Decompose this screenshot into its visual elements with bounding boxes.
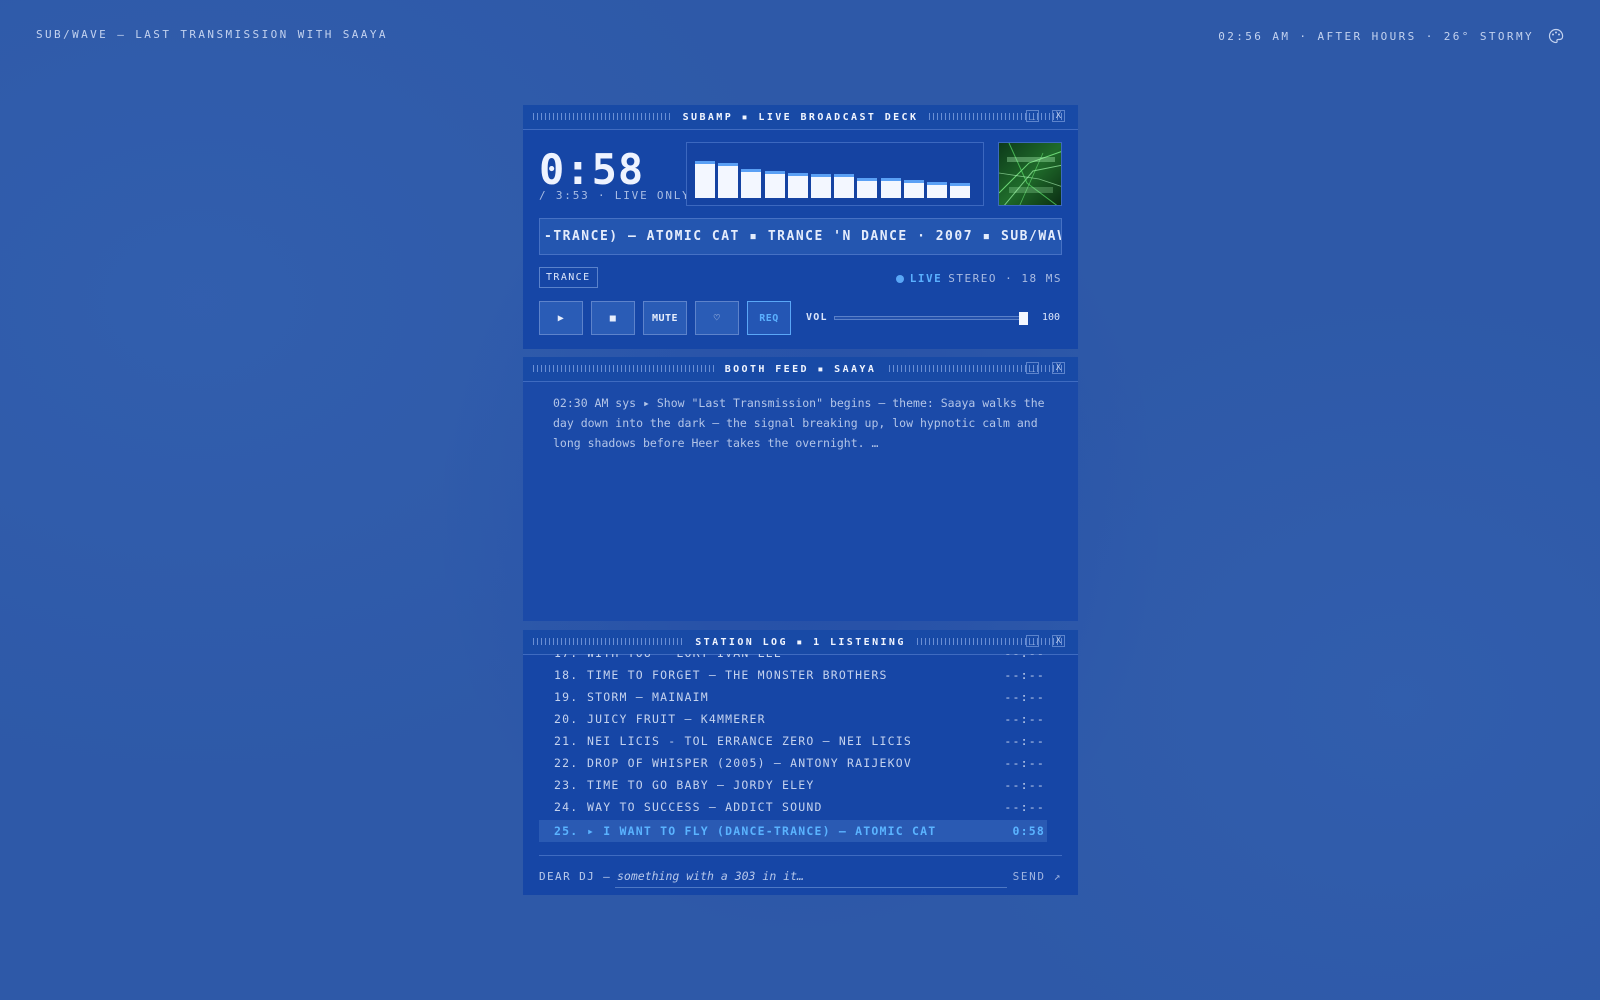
track-num: 24. [554,800,579,814]
clock-weather-text: 02:56 AM · AFTER HOURS · 26° STORMY [1218,29,1534,43]
volume-label: VOL [806,312,828,323]
track-dur: --:-- [1004,756,1045,770]
track-num: 25. [554,824,579,838]
track-num: 20. [554,712,579,726]
live-label: LIVE [909,272,943,285]
playlist-row[interactable]: 20. JUICY FRUIT — K4MMERER --:-- [539,708,1047,730]
playlist-row-current[interactable]: 25. ▸ I WANT TO FLY (DANCE-TRANCE) — ATOM… [539,820,1047,842]
visualizer-bar [718,163,739,198]
visualizer-bar [811,174,831,198]
palette-icon[interactable] [1548,28,1564,44]
track-dur: --:-- [1004,668,1045,682]
visualizer-bar [764,171,785,198]
playlist-row[interactable]: 19. STORM — MAINAIM --:-- [539,686,1047,708]
track-name: NEI LICIS - TOL ERRANCE ZERO — NEI LICIS [587,734,912,748]
send-button[interactable]: SEND ↗ [1013,870,1062,883]
track-num: 19. [554,690,579,704]
close-button[interactable]: X [1052,635,1065,647]
station-title: SUB/WAVE — LAST TRANSMISSION WITH SAAYA [36,28,388,41]
track-name: DROP OF WHISPER (2005) — ANTONY RAIJEKOV [587,756,912,770]
stop-button[interactable]: ■ [591,301,635,335]
playlist-row[interactable]: 22. DROP OF WHISPER (2005) — ANTONY RAIJE… [539,752,1047,774]
genre-tag: TRANCE [539,267,598,288]
volume-slider[interactable] [834,312,1028,325]
minimize-button[interactable]: _ [1026,110,1039,122]
track-name: WAY TO SUCCESS — ADDICT SOUND [587,800,823,814]
playlist-row[interactable]: 23. TIME TO GO BABY — JORDY ELEY --:-- [539,774,1047,796]
track-duration: / 3:53 · LIVE ONLY [539,189,691,202]
dear-dj-label: DEAR DJ — [539,870,612,883]
visualizer-bar [741,169,762,198]
close-button[interactable]: X [1052,362,1065,374]
divider [539,855,1062,856]
broadcast-status: LIVE STEREO · 18 MS [895,272,1062,285]
minimize-button[interactable]: _ [1026,362,1039,374]
booth-title: BOOTH FEED ▪ SAAYA [714,363,887,375]
playlist-row[interactable]: 21. NEI LICIS - TOL ERRANCE ZERO — NEI LI… [539,730,1047,752]
visualizer-bar [857,178,878,198]
time-weather-status: 02:56 AM · AFTER HOURS · 26° STORMY [1218,28,1564,44]
signal-info: STEREO · 18 MS [948,272,1062,285]
track-num: 18. [554,668,579,682]
station-log-window: STATION LOG ▪ 1 LISTENING _ X 17. WITH YO… [523,630,1078,895]
playlist-row[interactable]: 24. WAY TO SUCCESS — ADDICT SOUND --:-- [539,796,1047,818]
elapsed-time: 0:58 [539,145,645,194]
track-name: TIME TO FORGET — THE MONSTER BROTHERS [587,668,888,682]
play-button[interactable]: ▶ [539,301,583,335]
playlist-row[interactable]: 18. TIME TO FORGET — THE MONSTER BROTHERS… [539,664,1047,686]
visualizer-bar [950,183,971,198]
marquee-text: -TRANCE) — ATOMIC CAT ▪ TRANCE 'N DANCE … [544,229,1061,244]
track-name: ▸ I WANT TO FLY (DANCE-TRANCE) — ATOMIC … [587,824,937,838]
track-num: 22. [554,756,579,770]
playlist[interactable]: 17. WITH YOU — LORT IVAN LEE --:-- 18. TIME … [539,654,1062,858]
visualizer-bar [695,161,715,198]
spectrum-visualizer [686,142,984,206]
live-dot-icon [895,274,904,283]
deck-titlebar[interactable]: SUBAMP ▪ LIVE BROADCAST DECK _ X [523,105,1078,130]
visualizer-bar [903,180,924,198]
close-button[interactable]: X [1052,110,1065,122]
volume-thumb[interactable] [1019,312,1028,325]
now-playing-marquee: -TRANCE) — ATOMIC CAT ▪ TRANCE 'N DANCE … [539,218,1062,255]
booth-feed-window: BOOTH FEED ▪ SAAYA _ X 02:30 AM sys ▸ Sh… [523,357,1078,621]
track-name: STORM — MAINAIM [587,690,709,704]
favorite-button[interactable]: ♡ [695,301,739,335]
track-dur: --:-- [1004,778,1045,792]
deck-title: SUBAMP ▪ LIVE BROADCAST DECK [672,111,929,123]
track-dur: --:-- [1004,690,1045,704]
track-name: JUICY FRUIT — K4MMERER [587,712,766,726]
booth-titlebar[interactable]: BOOTH FEED ▪ SAAYA _ X [523,357,1078,382]
track-name: WITH YOU — LORT IVAN LEE [587,654,782,660]
track-num: 21. [554,734,579,748]
request-button[interactable]: REQ [747,301,791,335]
log-titlebar[interactable]: STATION LOG ▪ 1 LISTENING _ X [523,630,1078,655]
track-name: TIME TO GO BABY — JORDY ELEY [587,778,815,792]
track-num: 23. [554,778,579,792]
request-message-input[interactable] [615,864,1007,888]
visualizer-bar [927,182,947,198]
visualizer-bar [787,173,808,198]
feed-message: 02:30 AM sys ▸ Show "Last Transmission" … [553,396,1045,450]
mute-button[interactable]: MUTE [643,301,687,335]
playlist-row[interactable]: 17. WITH YOU — LORT IVAN LEE --:-- [539,654,1047,664]
visualizer-bar [834,174,855,198]
track-num: 17. [554,654,578,660]
track-dur: --:-- [1004,800,1045,814]
track-dur: 0:58 [1012,824,1045,838]
volume-value: 100 [1042,312,1061,323]
album-art [998,142,1062,206]
track-dur: --:-- [1004,712,1045,726]
track-dur: --:-- [1004,734,1045,748]
visualizer-bar [880,178,901,198]
log-title: STATION LOG ▪ 1 LISTENING [685,636,916,648]
broadcast-deck-window: SUBAMP ▪ LIVE BROADCAST DECK _ X 0:58 / … [523,105,1078,349]
minimize-button[interactable]: _ [1026,635,1039,647]
track-dur: --:-- [1004,654,1045,660]
